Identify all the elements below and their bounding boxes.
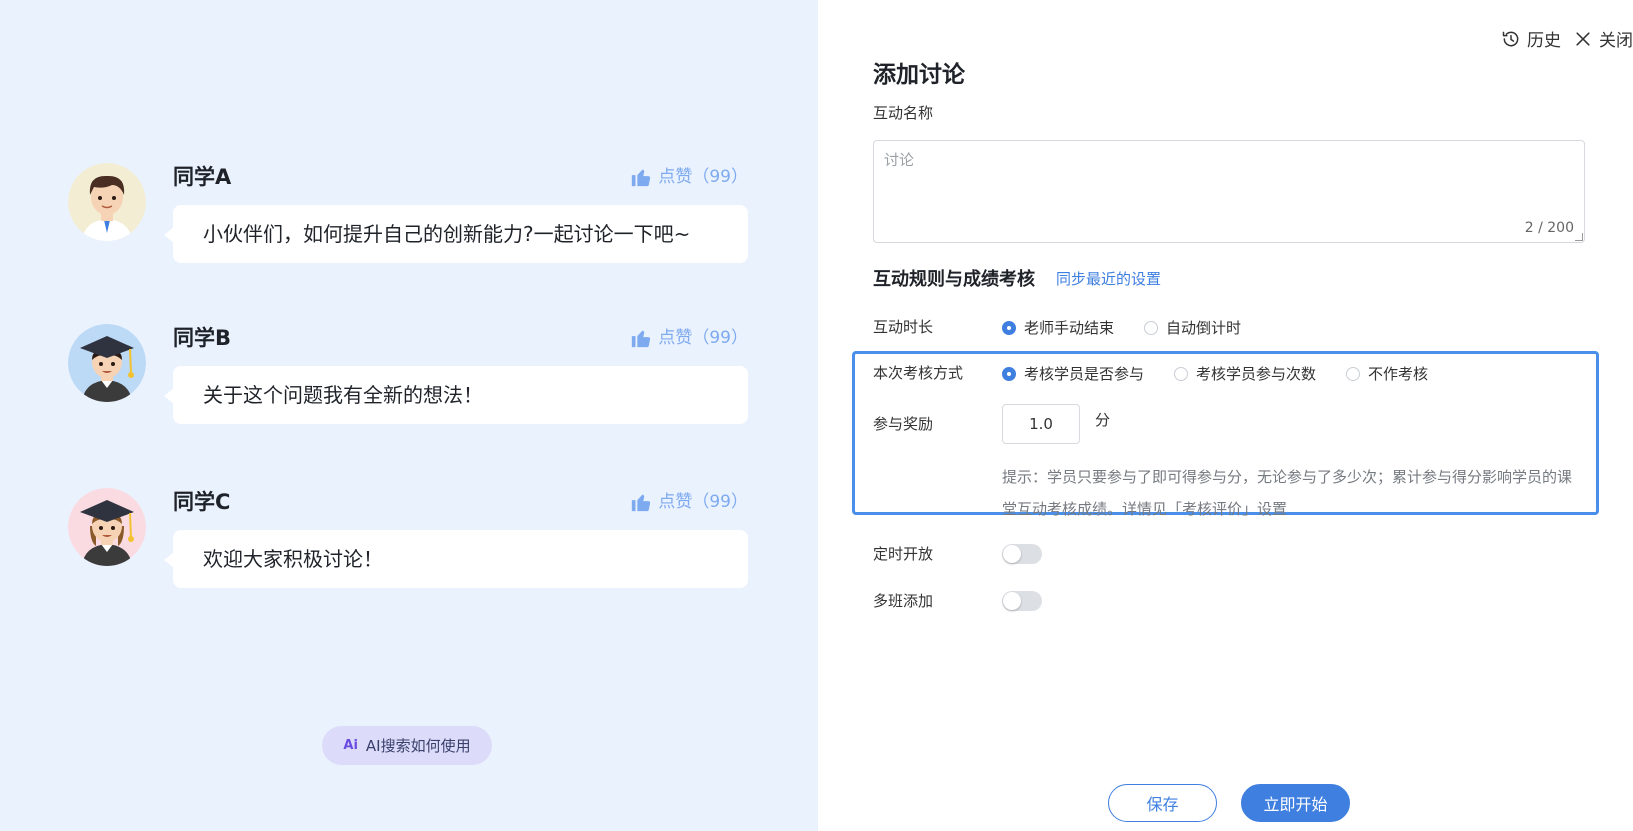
thumbs-up-icon xyxy=(632,494,651,512)
ai-search-label: AI搜索如何使用 xyxy=(365,737,471,755)
resize-handle[interactable] xyxy=(1575,233,1583,241)
graduate-girl-avatar-icon xyxy=(68,488,146,566)
close-label: 关闭 xyxy=(1599,31,1633,51)
close-icon xyxy=(1576,31,1590,46)
history-label: 历史 xyxy=(1527,31,1561,51)
thumbs-up-icon xyxy=(632,169,651,187)
radio-label: 考核学员参与次数 xyxy=(1196,365,1317,383)
assessment-option-count[interactable]: 考核学员参与次数 xyxy=(1174,363,1316,384)
reward-label: 参与奖励 xyxy=(873,415,934,433)
duration-option-countdown[interactable]: 自动倒计时 xyxy=(1144,317,1241,338)
duration-radio-group: 老师手动结束 自动倒计时 xyxy=(1002,317,1271,338)
like-count-label: 点赞（99） xyxy=(658,492,748,512)
like-button[interactable]: 点赞（99） xyxy=(630,165,748,189)
page-title: 添加讨论 xyxy=(873,62,965,88)
duration-label: 互动时长 xyxy=(873,318,934,336)
message-bubble: 欢迎大家积极讨论！ xyxy=(164,530,748,588)
history-button[interactable]: 历史 xyxy=(1501,26,1561,51)
message-bubble: 关于这个问题我有全新的想法！ xyxy=(164,366,748,424)
student-name: 同学B xyxy=(173,326,232,350)
radio-unchecked-icon xyxy=(1174,366,1189,381)
student-name: 同学A xyxy=(173,165,232,189)
discussion-preview-panel: 同学A 点赞（99） 小伙伴们，如何提升自己的创新能力?一起讨论一下吧~ 同学B… xyxy=(0,0,818,831)
assessment-option-none[interactable]: 不作考核 xyxy=(1346,363,1428,384)
multi-class-toggle[interactable] xyxy=(1002,591,1042,611)
radio-label: 考核学员是否参与 xyxy=(1024,365,1145,383)
chat-message: 同学A 点赞（99） 小伙伴们，如何提升自己的创新能力?一起讨论一下吧~ xyxy=(68,163,748,273)
graduate-boy-avatar-icon xyxy=(68,324,146,402)
char-counter: 2 / 200 xyxy=(1524,220,1574,236)
scheduled-open-label: 定时开放 xyxy=(873,545,934,563)
scheduled-open-toggle[interactable] xyxy=(1002,544,1042,564)
sync-recent-settings-link[interactable]: 同步最近的设置 xyxy=(1056,268,1161,289)
assessment-option-participation[interactable]: 考核学员是否参与 xyxy=(1002,363,1144,384)
like-button[interactable]: 点赞（99） xyxy=(630,490,748,514)
reward-score-input[interactable] xyxy=(1002,404,1080,444)
header-actions: 历史 关闭 xyxy=(1501,26,1633,51)
close-button[interactable]: 关闭 xyxy=(1573,26,1633,51)
interaction-name-field: 2 / 200 xyxy=(873,140,1585,243)
student-name: 同学C xyxy=(173,490,231,514)
assessment-method-label: 本次考核方式 xyxy=(873,364,964,382)
interaction-name-label: 互动名称 xyxy=(873,104,934,122)
thumbs-up-icon xyxy=(632,330,651,348)
duration-option-manual[interactable]: 老师手动结束 xyxy=(1002,317,1114,338)
radio-checked-icon xyxy=(1002,366,1016,381)
add-discussion-form: 历史 关闭 添加讨论 互动名称 2 / 200 互动规则与成绩考核 同步最近的设… xyxy=(818,0,1633,831)
save-button[interactable]: 保存 xyxy=(1108,784,1217,822)
like-count-label: 点赞（99） xyxy=(658,167,748,187)
multi-class-label: 多班添加 xyxy=(873,592,934,610)
history-clock-icon xyxy=(1502,31,1519,46)
radio-unchecked-icon xyxy=(1144,320,1159,335)
reward-hint-text: 提示：学员只要参与了即可得参与分，无论参与了多少次；累计参与得分影响学员的课堂互… xyxy=(1002,468,1573,518)
score-unit: 分 xyxy=(1095,411,1111,429)
message-bubble: 小伙伴们，如何提升自己的创新能力?一起讨论一下吧~ xyxy=(164,205,748,263)
radio-unchecked-icon xyxy=(1346,366,1361,381)
chat-message: 同学C 点赞（99） 欢迎大家积极讨论！ xyxy=(68,488,748,598)
radio-checked-icon xyxy=(1002,320,1016,335)
chat-message: 同学B 点赞（99） 关于这个问题我有全新的想法！ xyxy=(68,324,748,434)
radio-label: 不作考核 xyxy=(1368,365,1429,383)
rules-section-title: 互动规则与成绩考核 xyxy=(873,269,1035,290)
radio-label: 老师手动结束 xyxy=(1024,319,1115,337)
assessment-radio-group: 考核学员是否参与 考核学员参与次数 不作考核 xyxy=(1002,363,1458,384)
like-button[interactable]: 点赞（99） xyxy=(630,326,748,350)
ai-sparkle-icon: Ai xyxy=(343,738,358,753)
ai-search-help-button[interactable]: Ai AI搜索如何使用 xyxy=(322,726,492,765)
radio-label: 自动倒计时 xyxy=(1166,319,1242,337)
start-now-button[interactable]: 立即开始 xyxy=(1241,784,1350,822)
interaction-name-input[interactable] xyxy=(874,141,1584,242)
boy-avatar-icon xyxy=(68,163,146,241)
like-count-label: 点赞（99） xyxy=(658,328,748,348)
